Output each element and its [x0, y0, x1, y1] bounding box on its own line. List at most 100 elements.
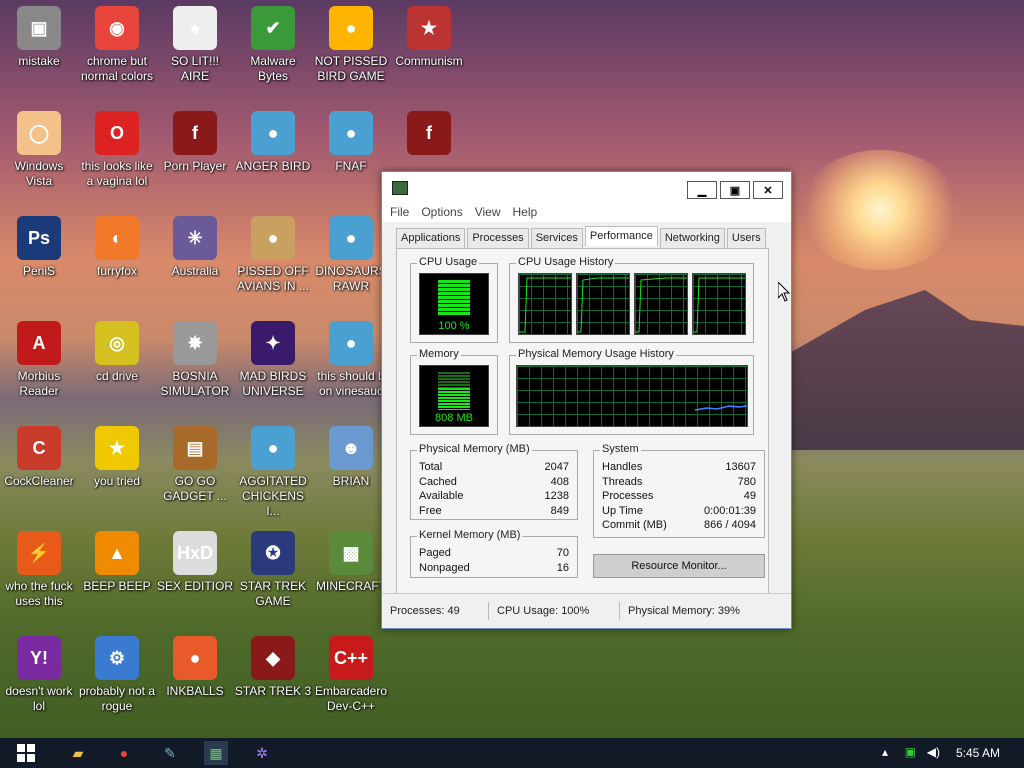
desktop-icon[interactable]: ● NOT PISSED BIRD GAME	[312, 6, 390, 84]
menu-file[interactable]: File	[390, 205, 409, 219]
network-icon[interactable]: ▣	[905, 745, 916, 759]
desktop-icon[interactable]: C CockCleaner	[0, 426, 78, 489]
chrome-button[interactable]: ●	[112, 741, 136, 765]
desktop-icon-label: GO GO GADGET ...	[163, 474, 227, 503]
folder-icon: ▰	[72, 744, 84, 761]
paint-button[interactable]: ✎	[158, 741, 182, 765]
resource-monitor-button[interactable]: Resource Monitor...	[593, 554, 765, 578]
desktop-icon[interactable]: ◆ STAR TREK 3	[234, 636, 312, 699]
desktop-icon[interactable]: ◐ furryfox	[78, 216, 156, 279]
desktop-icon-label: mistake	[18, 54, 60, 68]
desktop-icon[interactable]: f Porn Player	[156, 111, 234, 174]
menu-help[interactable]: Help	[513, 205, 538, 219]
tab-performance[interactable]: Performance	[584, 226, 658, 246]
desktop-icon[interactable]: ● AGGITATED CHICKENS I...	[234, 426, 312, 519]
desktop-icon[interactable]: ▤ GO GO GADGET ...	[156, 426, 234, 504]
tab-services[interactable]: Services	[530, 228, 583, 248]
acrobat-icon: A	[17, 321, 61, 365]
desktop-icon[interactable]: ✦ MAD BIRDS UNIVERSE	[234, 321, 312, 399]
desktop-icon-label: Windows Vista	[14, 159, 64, 188]
performance-panel: CPU Usage 100 % CPU Usage History Memory…	[396, 248, 769, 594]
task-manager-icon	[392, 181, 408, 195]
desktop-icon[interactable]: ◎ cd drive	[78, 321, 156, 384]
seasons-icon: ●	[251, 216, 295, 260]
stat-row: Threads 780	[602, 475, 756, 490]
desktop-icon[interactable]: Ps PeniS	[0, 216, 78, 279]
memory-value: 808 MB	[435, 412, 473, 424]
desktop-icon[interactable]: C++ Embarcadero Dev-C++	[312, 636, 390, 714]
cards-icon: ♠	[173, 6, 217, 50]
desktop-icon[interactable]: ◯ Windows Vista	[0, 111, 78, 189]
stat-value: 49	[743, 490, 756, 502]
desktop-icon[interactable]: Y! doesn't work lol	[0, 636, 78, 714]
volume-icon[interactable]: ◀)	[927, 745, 940, 759]
desktop-icon[interactable]: ▲ BEEP BEEP	[78, 531, 156, 594]
desktop-icon[interactable]: ● ANGER BIRD	[234, 111, 312, 174]
desktop-icon-label: FNAF	[335, 159, 367, 173]
desktop-icon[interactable]: ✔ Malware Bytes	[234, 6, 312, 84]
desktop-icon[interactable]: ✳ Australia	[156, 216, 234, 279]
desktop-icon[interactable]: Othis looks like a vagina lol	[78, 111, 156, 189]
cpu-bars	[438, 280, 470, 316]
desktop-icon[interactable]: A Morbius Reader	[0, 321, 78, 399]
desktop-icon-label: MINECRAFT	[316, 579, 386, 593]
stat-value: 866 / 4094	[704, 519, 756, 531]
minecraft-icon: ▩	[329, 531, 373, 575]
tab-networking[interactable]: Networking	[659, 228, 725, 248]
desktop-icon[interactable]: ☻ BRIAN	[312, 426, 390, 489]
desktop-icon[interactable]: ⚡ who the fuck uses this	[0, 531, 78, 609]
chrome-icon: ◉	[95, 6, 139, 50]
desktop-icon[interactable]: ★ you tried	[78, 426, 156, 489]
stat-row: Commit (MB) 866 / 4094	[602, 518, 756, 533]
physical-memory-group: Physical Memory (MB) Total 2047 Cached 408 A…	[410, 443, 578, 520]
tab-users[interactable]: Users	[726, 228, 766, 248]
task-manager-taskbar-button[interactable]: ▦	[204, 741, 228, 765]
close-button[interactable]: ✕	[753, 181, 783, 199]
app-button[interactable]: ✲	[250, 741, 274, 765]
desktop-icon-label: Australia	[171, 264, 219, 278]
tray-chevron-icon[interactable]: ▴	[882, 745, 888, 759]
desktop-icon[interactable]: ✪ STAR TREK GAME	[234, 531, 312, 609]
desktop-icon[interactable]: f	[390, 111, 468, 159]
red-bird-icon: ●	[251, 111, 295, 155]
desktop-icon[interactable]: ▣ mistake	[0, 6, 78, 69]
desktop-icon[interactable]: ✸ BOSNIA SIMULATOR	[156, 321, 234, 399]
desktop-icon[interactable]: ◉ chrome but normal colors	[78, 6, 156, 84]
file-explorer-button[interactable]: ▰	[66, 741, 90, 765]
desktop-icon[interactable]: HxD SEX EDITIOR	[156, 531, 234, 594]
minimize-button[interactable]: ▁	[687, 181, 717, 199]
paint-icon: ✎	[164, 744, 176, 761]
windows-logo-icon	[17, 744, 35, 762]
desktop-icon[interactable]: ⚙ probably not a rogue	[78, 636, 156, 714]
menu-bar: File Options View Help	[382, 202, 791, 222]
tab-applications[interactable]: Applications	[396, 228, 466, 248]
start-button[interactable]	[14, 741, 38, 765]
cpu-usage-value: 100 %	[438, 320, 470, 332]
desktop-icon[interactable]: ▩ MINECRAFT	[312, 531, 390, 594]
desktop-icon[interactable]: ● DINOSAURS RAWR	[312, 216, 390, 294]
stat-value: 780	[737, 475, 756, 488]
desktop-icon[interactable]: ● PISSED OFF AVIANS IN ...	[234, 216, 312, 294]
clock[interactable]: 5:45 AM	[956, 746, 1000, 760]
desktop-icon[interactable]: ● INKBALLS	[156, 636, 234, 699]
menu-options[interactable]: Options	[421, 205, 462, 219]
desktop-icon[interactable]: ● this should b on vinesauc	[312, 321, 390, 399]
stat-row: Available 1238	[419, 489, 569, 504]
title-bar[interactable]: ▁ ▣ ✕	[382, 172, 791, 202]
tab-processes[interactable]: Processes	[467, 228, 529, 248]
stat-label: Up Time	[602, 504, 643, 517]
task-manager-window[interactable]: ▁ ▣ ✕ File Options View Help Application…	[381, 171, 792, 629]
menu-view[interactable]: View	[475, 205, 501, 219]
desktop-icon[interactable]: ● FNAF	[312, 111, 390, 174]
maximize-button[interactable]: ▣	[720, 181, 750, 199]
flash-icon: f	[173, 111, 217, 155]
stat-label: Total	[419, 461, 443, 473]
desktop-icon[interactable]: ♠ SO LIT!!! AIRE	[156, 6, 234, 84]
desktop-icon-label: chrome but normal colors	[80, 54, 154, 83]
stat-row: Total 2047	[419, 460, 569, 475]
flash-icon: f	[407, 111, 451, 155]
stat-value: 2047	[544, 461, 569, 473]
cd-icon: ◎	[95, 321, 139, 365]
desktop-icon[interactable]: ★ Communism	[390, 6, 468, 69]
red-bird-icon: ●	[329, 321, 373, 365]
